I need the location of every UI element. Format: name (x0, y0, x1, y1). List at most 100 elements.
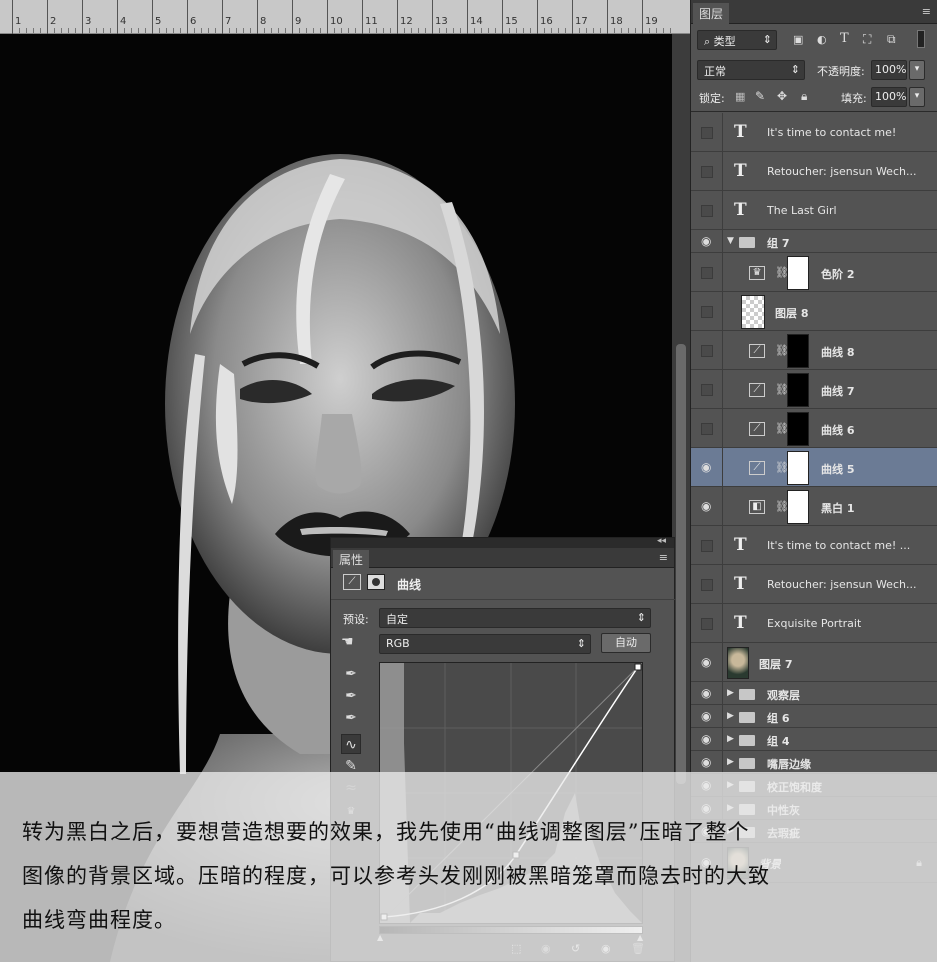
layers-tab[interactable]: 图层 (693, 3, 730, 24)
properties-tab[interactable]: 属性 (333, 550, 370, 568)
layer-row[interactable]: T Exquisite Portrait (691, 604, 937, 643)
collapse-arrow-icon[interactable]: ▶ (727, 734, 734, 744)
layer-row[interactable]: ◉ 图层 7 (691, 643, 937, 682)
layer-row[interactable]: ◉ ◧ ⛓ 黑白 1 (691, 487, 937, 526)
channel-select[interactable]: RGB ⇕ (379, 634, 591, 654)
row-divider (722, 705, 723, 727)
layer-row[interactable]: ◉ ▶ 组 6 (691, 705, 937, 728)
mask-thumbnail[interactable] (787, 255, 809, 290)
mask-icon[interactable] (367, 574, 385, 590)
preset-select[interactable]: 自定 ⇕ (379, 608, 651, 628)
collapse-arrow-icon[interactable]: ▶ (727, 757, 734, 767)
visibility-toggle[interactable] (701, 344, 713, 357)
collapse-arrow-icon[interactable]: ▶ (727, 688, 734, 698)
layer-row[interactable]: ⟋ ⛓ 曲线 7 (691, 370, 937, 409)
expand-arrow-icon[interactable]: ▼ (727, 236, 734, 246)
visibility-toggle[interactable] (701, 617, 713, 630)
visibility-toggle[interactable] (701, 266, 713, 279)
filter-kind-select[interactable]: ⌕ 类型 ⇕ (697, 30, 777, 50)
fill-input[interactable]: 100% (871, 87, 907, 107)
sample-gray-point-icon[interactable]: ✒ (341, 686, 361, 706)
collapse-icon[interactable]: ◂◂ (657, 536, 666, 546)
lock-position-icon[interactable]: ✥ (777, 89, 787, 103)
scroll-thumb[interactable] (676, 344, 686, 784)
row-divider (722, 448, 723, 486)
layer-thumbnail (741, 294, 765, 329)
mask-thumbnail[interactable] (787, 333, 809, 368)
visibility-toggle[interactable] (701, 422, 713, 435)
filter-kind-label: 类型 (713, 35, 736, 48)
lock-transparent-icon[interactable]: ▦ (735, 90, 745, 103)
curve-point-tool-icon[interactable]: ∿ (341, 734, 361, 754)
ruler-label: 7 (225, 16, 232, 27)
smart-object-filter-icon[interactable]: ⧉ (887, 32, 896, 47)
layer-row[interactable]: ⟋ ⛓ 曲线 6 (691, 409, 937, 448)
ruler-minor-tick (166, 28, 167, 33)
curves-adjustment-icon: ⟋ (343, 574, 361, 590)
target-adjust-hand-icon[interactable]: ☚ (341, 634, 354, 650)
opacity-input[interactable]: 100% (871, 60, 907, 80)
layer-row[interactable]: ◉ ⟋ ⛓ 曲线 5 (691, 448, 937, 487)
eye-icon[interactable]: ◉ (701, 733, 715, 745)
visibility-toggle[interactable] (701, 305, 713, 318)
layer-name: 嘴唇边缘 (767, 757, 811, 771)
collapse-arrow-icon[interactable]: ▶ (727, 711, 734, 721)
ruler-label: 4 (120, 16, 127, 27)
ruler-label: 10 (330, 16, 343, 27)
layer-row[interactable]: ◉ ▶ 组 4 (691, 728, 937, 751)
eye-icon[interactable]: ◉ (701, 756, 715, 768)
panel-menu-icon[interactable]: ≡ (922, 5, 931, 18)
lock-image-icon[interactable]: ✎ (755, 89, 765, 103)
lock-all-icon[interactable]: 🔒︎ (801, 89, 807, 104)
sample-white-point-icon[interactable]: ✒ (341, 708, 361, 728)
visibility-toggle[interactable] (701, 539, 713, 552)
layer-row[interactable]: T Retoucher: jsensun Wech... (691, 152, 937, 191)
mask-thumbnail[interactable] (787, 489, 809, 524)
mask-thumbnail[interactable] (787, 450, 809, 485)
visibility-toggle[interactable] (701, 165, 713, 178)
layer-row[interactable]: ◉ ▶ 嘴唇边缘 (691, 751, 937, 774)
eye-icon[interactable]: ◉ (701, 461, 715, 473)
layer-row[interactable]: 图层 8 (691, 292, 937, 331)
layer-row[interactable]: T Retoucher: jsensun Wech... (691, 565, 937, 604)
visibility-toggle[interactable] (701, 204, 713, 217)
eye-icon[interactable]: ◉ (701, 687, 715, 699)
fill-dropdown-button[interactable]: ▾ (909, 87, 925, 107)
layer-row[interactable]: ◉ ▶ 观察层 (691, 682, 937, 705)
shape-filter-icon[interactable]: ⛶ (863, 32, 871, 47)
type-filter-icon[interactable]: T (840, 31, 849, 46)
layer-name: 组 6 (767, 711, 790, 725)
layer-row[interactable]: ◉ ▼ 组 7 (691, 230, 937, 253)
eye-icon[interactable]: ◉ (701, 500, 715, 512)
pixel-filter-icon[interactable]: ▣ (793, 33, 803, 46)
mask-thumbnail[interactable] (787, 372, 809, 407)
layer-row[interactable]: ♛ ⛓ 色阶 2 (691, 253, 937, 292)
adjustment-filter-icon[interactable]: ◐ (817, 33, 827, 46)
layer-row[interactable]: T It's time to contact me! ... (691, 526, 937, 565)
layer-row[interactable]: ⟋ ⛓ 曲线 8 (691, 331, 937, 370)
ruler-minor-tick (306, 28, 307, 33)
ruler-minor-tick (229, 28, 230, 33)
visibility-toggle[interactable] (701, 383, 713, 396)
eye-icon[interactable]: ◉ (701, 710, 715, 722)
black-white-adjustment-icon: ◧ (749, 499, 765, 514)
layer-name: 观察层 (767, 688, 800, 702)
ruler-minor-tick (404, 28, 405, 33)
auto-button[interactable]: 自动 (601, 633, 651, 653)
mask-thumbnail[interactable] (787, 411, 809, 446)
layer-row[interactable]: T The Last Girl (691, 191, 937, 230)
layer-name: 黑白 1 (821, 501, 855, 515)
fill-label: 填充: (841, 92, 867, 105)
opacity-dropdown-button[interactable]: ▾ (909, 60, 925, 80)
visibility-toggle[interactable] (701, 578, 713, 591)
ruler-minor-tick (299, 28, 300, 33)
eye-icon[interactable]: ◉ (701, 235, 715, 247)
blend-mode-select[interactable]: 正常 ⇕ (697, 60, 805, 80)
ruler-minor-tick (656, 28, 657, 33)
sample-black-point-icon[interactable]: ✒ (341, 664, 361, 684)
filter-toggle[interactable] (917, 30, 925, 48)
panel-menu-icon[interactable]: ≡ (659, 551, 668, 564)
visibility-toggle[interactable] (701, 126, 713, 139)
eye-icon[interactable]: ◉ (701, 656, 715, 668)
layer-row[interactable]: T It's time to contact me! (691, 113, 937, 152)
